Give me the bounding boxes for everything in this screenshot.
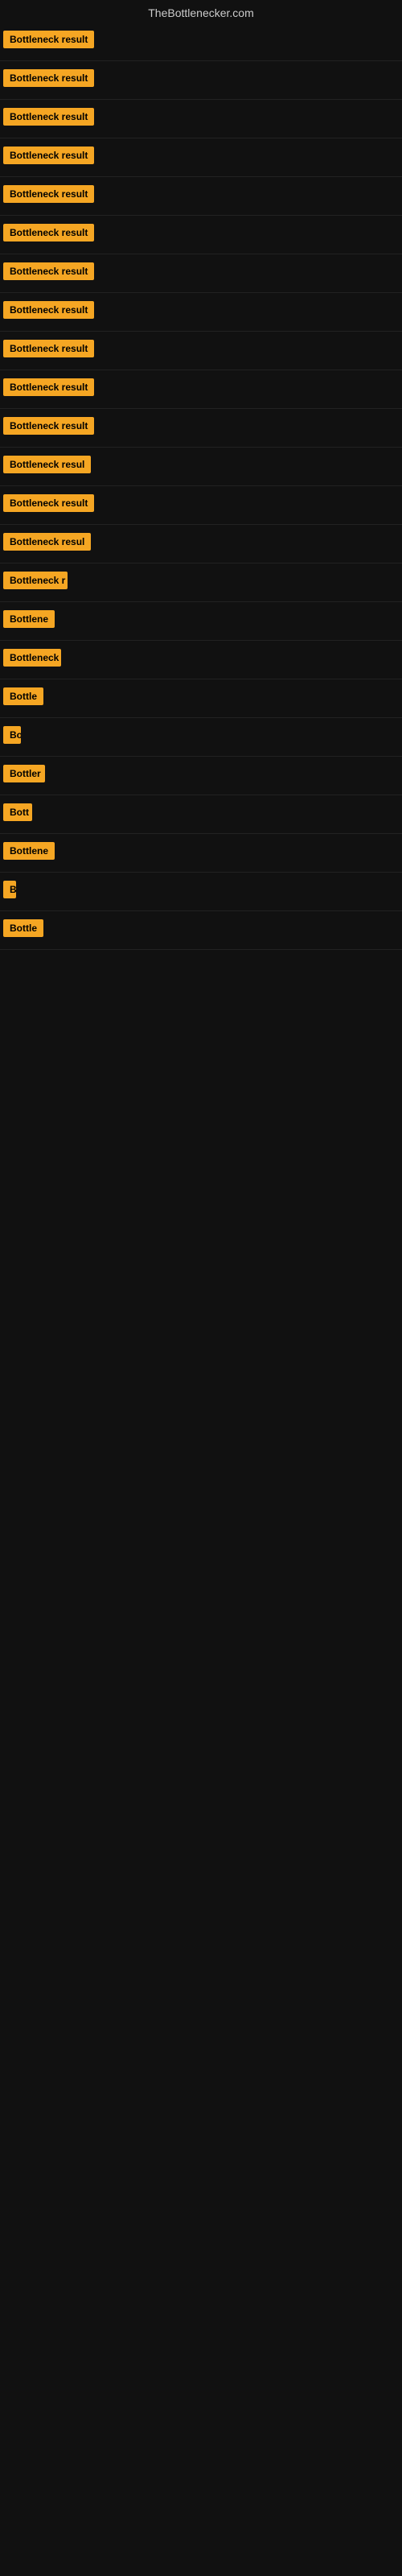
bottleneck-badge[interactable]: Bottle [3, 687, 43, 705]
bottleneck-badge[interactable]: Bottleneck result [3, 494, 94, 512]
bottleneck-badge[interactable]: Bottleneck resul [3, 456, 91, 473]
bottleneck-badge[interactable]: B [3, 881, 16, 898]
bottleneck-badge[interactable]: Bottlene [3, 842, 55, 860]
bottleneck-badge[interactable]: Bottleneck result [3, 147, 94, 164]
bottleneck-badge[interactable]: Bottleneck result [3, 378, 94, 396]
bottleneck-badge[interactable]: Bottleneck result [3, 185, 94, 203]
bottleneck-badge[interactable]: Bottleneck result [3, 340, 94, 357]
bottleneck-row: Bottleneck result [0, 409, 402, 448]
bottleneck-badge[interactable]: Bottleneck result [3, 262, 94, 280]
bottleneck-row: Bottleneck result [0, 332, 402, 370]
bottleneck-row: Bottleneck resul [0, 525, 402, 564]
bottleneck-row: B [0, 873, 402, 911]
bottleneck-row: Bottlene [0, 602, 402, 641]
bottleneck-row: Bottleneck result [0, 61, 402, 100]
bottleneck-badge[interactable]: Bottleneck result [3, 108, 94, 126]
site-title-text: TheBottlenecker.com [148, 6, 254, 19]
bottleneck-badge[interactable]: Bott [3, 803, 32, 821]
bottleneck-badge[interactable]: Bottleneck result [3, 224, 94, 242]
bottleneck-badge[interactable]: Bo [3, 726, 21, 744]
bottleneck-badge[interactable]: Bottler [3, 765, 45, 782]
bottleneck-row: Bottleneck result [0, 254, 402, 293]
bottleneck-row: Bo [0, 718, 402, 757]
bottleneck-badge[interactable]: Bottleneck result [3, 31, 94, 48]
bottleneck-row: Bottleneck result [0, 177, 402, 216]
bottleneck-badge[interactable]: Bottleneck r [3, 572, 68, 589]
bottleneck-row: Bottlene [0, 834, 402, 873]
bottleneck-row: Bottleneck result [0, 216, 402, 254]
bottleneck-badge[interactable]: Bottleneck result [3, 69, 94, 87]
bottleneck-row: Bottleneck result [0, 23, 402, 61]
bottleneck-row: Bottle [0, 911, 402, 950]
bottleneck-row: Bottleneck result [0, 486, 402, 525]
bottleneck-row: Bottler [0, 757, 402, 795]
bottleneck-badge[interactable]: Bottleneck result [3, 417, 94, 435]
bottleneck-badge[interactable]: Bottle [3, 919, 43, 937]
bottleneck-row: Bottleneck [0, 641, 402, 679]
site-title: TheBottlenecker.com [0, 0, 402, 23]
bottleneck-row: Bottleneck resul [0, 448, 402, 486]
bottleneck-row: Bottleneck result [0, 370, 402, 409]
bottleneck-badge[interactable]: Bottleneck [3, 649, 61, 667]
bottleneck-badge[interactable]: Bottleneck resul [3, 533, 91, 551]
bottleneck-row: Bottleneck result [0, 100, 402, 138]
bottleneck-row: Bott [0, 795, 402, 834]
bottleneck-badge[interactable]: Bottlene [3, 610, 55, 628]
bottleneck-row: Bottleneck r [0, 564, 402, 602]
bottleneck-row: Bottleneck result [0, 293, 402, 332]
bottleneck-row: Bottle [0, 679, 402, 718]
rows-container: Bottleneck result Bottleneck result Bottle… [0, 23, 402, 950]
bottleneck-row: Bottleneck result [0, 138, 402, 177]
bottleneck-badge[interactable]: Bottleneck result [3, 301, 94, 319]
